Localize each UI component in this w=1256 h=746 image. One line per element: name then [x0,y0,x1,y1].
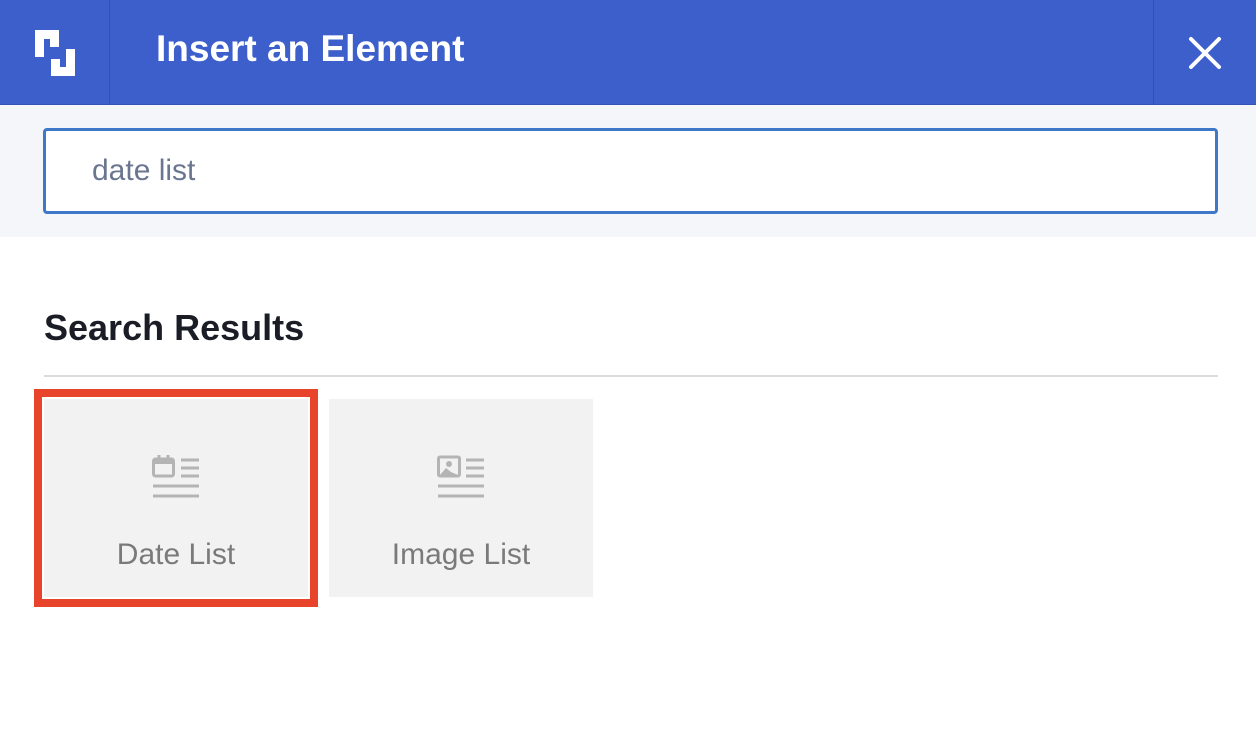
element-tile-image-list[interactable]: Image List [329,399,593,597]
tile-label: Image List [391,538,531,571]
modal-header: Insert an Element [0,0,1256,105]
brand-logo-icon [34,29,75,76]
close-icon[interactable] [1188,36,1222,70]
element-tile-date-list[interactable]: Date List [34,389,318,607]
search-area [0,105,1256,237]
logo-cell [0,0,110,105]
divider [44,375,1218,377]
search-results-heading: Search Results [44,307,305,348]
modal-title: Insert an Element [156,28,465,69]
search-input[interactable] [43,128,1218,214]
image-list-icon [437,455,484,498]
close-button[interactable] [1153,0,1256,105]
date-list-icon [152,455,199,498]
tile-label: Date List [116,538,236,571]
